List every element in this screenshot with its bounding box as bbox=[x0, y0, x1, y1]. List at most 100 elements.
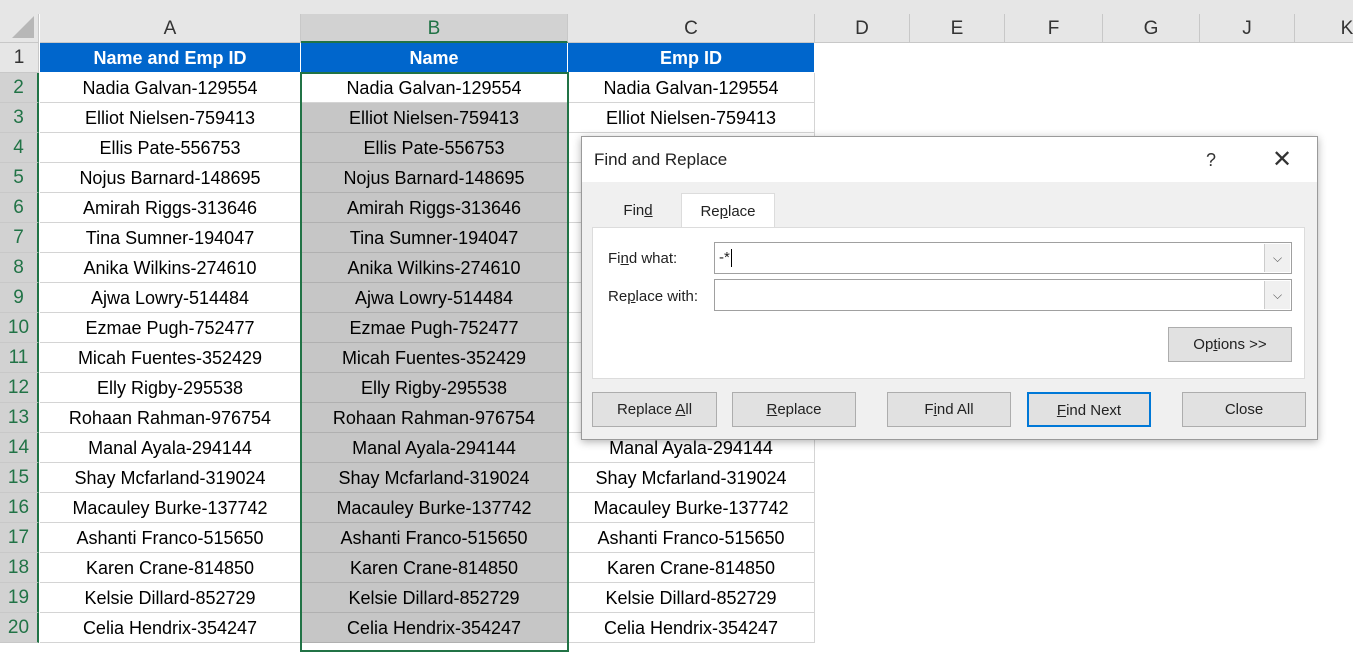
cell-b3[interactable]: Elliot Nielsen-759413 bbox=[301, 103, 568, 133]
help-button[interactable]: ? bbox=[1206, 137, 1216, 183]
cell-b8[interactable]: Anika Wilkins-274610 bbox=[301, 253, 568, 283]
cell-a15[interactable]: Shay Mcfarland-319024 bbox=[40, 463, 301, 493]
cell-c3[interactable]: Elliot Nielsen-759413 bbox=[568, 103, 815, 133]
column-header-a[interactable]: A bbox=[40, 14, 301, 43]
column-header-e[interactable]: E bbox=[910, 14, 1005, 43]
cell-b2[interactable]: Nadia Galvan-129554 bbox=[301, 73, 568, 103]
cell-b11[interactable]: Micah Fuentes-352429 bbox=[301, 343, 568, 373]
cell-a16[interactable]: Macauley Burke-137742 bbox=[40, 493, 301, 523]
cell-a12[interactable]: Elly Rigby-295538 bbox=[40, 373, 301, 403]
row-header-1[interactable]: 1 bbox=[0, 43, 39, 73]
cell-b17[interactable]: Ashanti Franco-515650 bbox=[301, 523, 568, 553]
row-header-2[interactable]: 2 bbox=[0, 73, 39, 103]
cell-a18[interactable]: Karen Crane-814850 bbox=[40, 553, 301, 583]
row-header-4[interactable]: 4 bbox=[0, 133, 39, 163]
row-header-12[interactable]: 12 bbox=[0, 373, 39, 403]
close-icon[interactable]: ✕ bbox=[1272, 137, 1292, 183]
cell-c16[interactable]: Macauley Burke-137742 bbox=[568, 493, 815, 523]
tab-replace[interactable]: Replace bbox=[681, 193, 775, 228]
replace-with-input[interactable]: ⌵ bbox=[714, 279, 1292, 311]
row-header-10[interactable]: 10 bbox=[0, 313, 39, 343]
cell-b16[interactable]: Macauley Burke-137742 bbox=[301, 493, 568, 523]
row-header-20[interactable]: 20 bbox=[0, 613, 39, 643]
text-caret bbox=[730, 249, 732, 268]
cell-a5[interactable]: Nojus Barnard-148695 bbox=[40, 163, 301, 193]
close-button[interactable]: Close bbox=[1182, 392, 1306, 427]
cell-a13[interactable]: Rohaan Rahman-976754 bbox=[40, 403, 301, 433]
cell-c19[interactable]: Kelsie Dillard-852729 bbox=[568, 583, 815, 613]
find-what-value: -* bbox=[719, 249, 730, 266]
dialog-titlebar: Find and Replace ? ✕ bbox=[582, 137, 1317, 182]
cell-b15[interactable]: Shay Mcfarland-319024 bbox=[301, 463, 568, 493]
cell-a20[interactable]: Celia Hendrix-354247 bbox=[40, 613, 301, 643]
replace-all-button[interactable]: Replace All bbox=[592, 392, 717, 427]
column-header-c[interactable]: C bbox=[568, 14, 815, 43]
cell-a8[interactable]: Anika Wilkins-274610 bbox=[40, 253, 301, 283]
row-header-3[interactable]: 3 bbox=[0, 103, 39, 133]
cell-b10[interactable]: Ezmae Pugh-752477 bbox=[301, 313, 568, 343]
row-header-7[interactable]: 7 bbox=[0, 223, 39, 253]
cell-b6[interactable]: Amirah Riggs-313646 bbox=[301, 193, 568, 223]
chevron-down-icon[interactable]: ⌵ bbox=[1264, 244, 1290, 272]
column-header-k[interactable]: K bbox=[1295, 14, 1353, 43]
replace-button[interactable]: Replace bbox=[732, 392, 856, 427]
cell-b13[interactable]: Rohaan Rahman-976754 bbox=[301, 403, 568, 433]
row-header-14[interactable]: 14 bbox=[0, 433, 39, 463]
cell-b7[interactable]: Tina Sumner-194047 bbox=[301, 223, 568, 253]
row-header-5[interactable]: 5 bbox=[0, 163, 39, 193]
cell-c17[interactable]: Ashanti Franco-515650 bbox=[568, 523, 815, 553]
find-all-button[interactable]: Find All bbox=[887, 392, 1011, 427]
cell-a7[interactable]: Tina Sumner-194047 bbox=[40, 223, 301, 253]
find-what-input[interactable]: -* ⌵ bbox=[714, 242, 1292, 274]
cell-b18[interactable]: Karen Crane-814850 bbox=[301, 553, 568, 583]
cell-b4[interactable]: Ellis Pate-556753 bbox=[301, 133, 568, 163]
column-header-b[interactable]: B bbox=[301, 14, 568, 43]
find-replace-dialog: Find and Replace ? ✕ Find Replace Find w… bbox=[581, 136, 1318, 440]
replace-with-label: Replace with: bbox=[608, 288, 699, 305]
cell-a9[interactable]: Ajwa Lowry-514484 bbox=[40, 283, 301, 313]
cell-b19[interactable]: Kelsie Dillard-852729 bbox=[301, 583, 568, 613]
cell-a6[interactable]: Amirah Riggs-313646 bbox=[40, 193, 301, 223]
row-header-6[interactable]: 6 bbox=[0, 193, 39, 223]
row-header-15[interactable]: 15 bbox=[0, 463, 39, 493]
cell-a11[interactable]: Micah Fuentes-352429 bbox=[40, 343, 301, 373]
row-header-19[interactable]: 19 bbox=[0, 583, 39, 613]
header-cell[interactable]: Name and Emp ID bbox=[40, 43, 301, 73]
cell-c2[interactable]: Nadia Galvan-129554 bbox=[568, 73, 815, 103]
cell-b5[interactable]: Nojus Barnard-148695 bbox=[301, 163, 568, 193]
cell-b20[interactable]: Celia Hendrix-354247 bbox=[301, 613, 568, 643]
cell-a19[interactable]: Kelsie Dillard-852729 bbox=[40, 583, 301, 613]
row-header-18[interactable]: 18 bbox=[0, 553, 39, 583]
cell-a4[interactable]: Ellis Pate-556753 bbox=[40, 133, 301, 163]
tab-find[interactable]: Find bbox=[594, 193, 682, 228]
dialog-title: Find and Replace bbox=[594, 150, 728, 169]
cell-c15[interactable]: Shay Mcfarland-319024 bbox=[568, 463, 815, 493]
column-header-g[interactable]: G bbox=[1103, 14, 1200, 43]
cell-a3[interactable]: Elliot Nielsen-759413 bbox=[40, 103, 301, 133]
row-header-13[interactable]: 13 bbox=[0, 403, 39, 433]
row-header-8[interactable]: 8 bbox=[0, 253, 39, 283]
header-cell[interactable]: Name bbox=[301, 43, 568, 73]
select-all-button[interactable] bbox=[0, 14, 39, 43]
find-what-label: Find what: bbox=[608, 250, 678, 267]
cell-a10[interactable]: Ezmae Pugh-752477 bbox=[40, 313, 301, 343]
column-header-f[interactable]: F bbox=[1005, 14, 1103, 43]
cell-b14[interactable]: Manal Ayala-294144 bbox=[301, 433, 568, 463]
cell-a2[interactable]: Nadia Galvan-129554 bbox=[40, 73, 301, 103]
chevron-down-icon[interactable]: ⌵ bbox=[1264, 281, 1290, 309]
row-header-9[interactable]: 9 bbox=[0, 283, 39, 313]
row-header-11[interactable]: 11 bbox=[0, 343, 39, 373]
cell-b12[interactable]: Elly Rigby-295538 bbox=[301, 373, 568, 403]
cell-c20[interactable]: Celia Hendrix-354247 bbox=[568, 613, 815, 643]
cell-b9[interactable]: Ajwa Lowry-514484 bbox=[301, 283, 568, 313]
cell-a14[interactable]: Manal Ayala-294144 bbox=[40, 433, 301, 463]
row-header-17[interactable]: 17 bbox=[0, 523, 39, 553]
column-header-j[interactable]: J bbox=[1200, 14, 1295, 43]
header-cell[interactable]: Emp ID bbox=[568, 43, 815, 73]
column-header-d[interactable]: D bbox=[815, 14, 910, 43]
options-button[interactable]: Options >> bbox=[1168, 327, 1292, 362]
cell-a17[interactable]: Ashanti Franco-515650 bbox=[40, 523, 301, 553]
find-next-button[interactable]: Find Next bbox=[1027, 392, 1151, 427]
cell-c18[interactable]: Karen Crane-814850 bbox=[568, 553, 815, 583]
row-header-16[interactable]: 16 bbox=[0, 493, 39, 523]
